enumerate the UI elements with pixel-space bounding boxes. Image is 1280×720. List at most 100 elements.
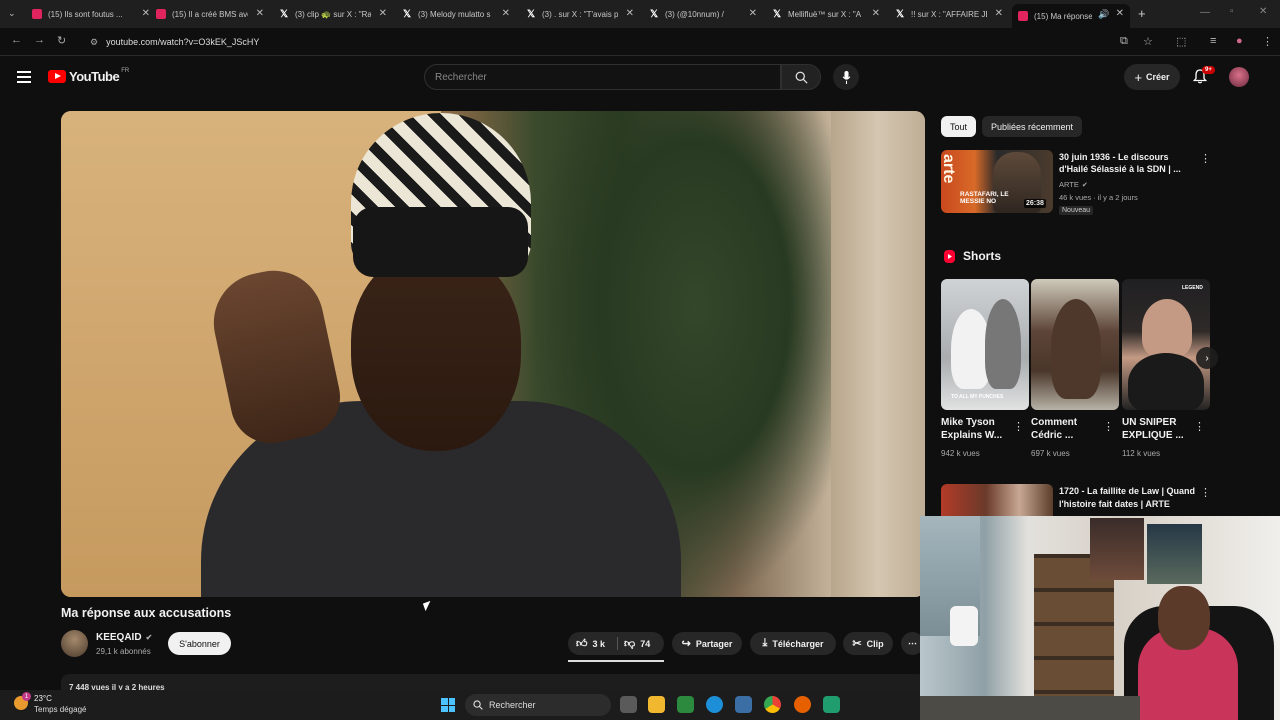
close-icon[interactable]: ✕ (749, 8, 757, 19)
more-options-icon[interactable]: ⋮ (1194, 420, 1205, 433)
more-options-icon[interactable]: ⋮ (1013, 420, 1024, 433)
browser-address-bar: ← → ↻ ⚙ youtube.com/watch?v=O3kEK_JScHY … (0, 28, 1280, 56)
youtube-logo[interactable]: YouTube FR (48, 68, 129, 84)
browser-tab[interactable]: (15) Il a créé BMS ave ✕ (156, 4, 264, 24)
short-thumbnail[interactable] (1031, 279, 1119, 410)
like-ratio-bar (568, 660, 664, 662)
browser-tab[interactable]: 𝕏 (3) . sur X : "T'avais p ✕ (526, 4, 634, 24)
more-options-icon[interactable]: ⋮ (1200, 152, 1211, 165)
clip-button[interactable]: ✂ Clip (843, 632, 893, 655)
browser-tab[interactable]: 𝕏 (3) Melody mulatto s ✕ (402, 4, 510, 24)
browser-tab-active[interactable]: (15) Ma réponse 🔊 ✕ (1012, 4, 1130, 28)
close-icon[interactable]: ✕ (142, 8, 150, 19)
search-button[interactable] (781, 64, 821, 90)
new-tab-icon[interactable]: + (1138, 6, 1146, 21)
browser-tab[interactable]: 𝕏 (3) (@10nnum) / ✕ (649, 4, 757, 24)
plus-icon: + (1134, 69, 1143, 85)
close-icon[interactable]: ✕ (256, 8, 264, 19)
shorts-icon (944, 249, 955, 263)
like-button[interactable]: 👍︎ 3 k (576, 637, 605, 650)
x-icon: 𝕏 (895, 8, 905, 20)
mouse-cursor-icon (422, 600, 434, 612)
bookmark-star-icon[interactable]: ☆ (1143, 35, 1153, 48)
short-title[interactable]: UN SNIPER EXPLIQUE ... (1122, 416, 1192, 442)
browser-tab[interactable]: 𝕏 (3) clip 🐢 sur X : "Ra ✕ (279, 4, 387, 24)
x-icon: 𝕏 (402, 8, 412, 20)
recommended-video-channel[interactable]: ARTE ✔ (1059, 180, 1088, 189)
extensions-icon[interactable]: ⬚ (1176, 35, 1186, 48)
close-icon[interactable]: ✕ (872, 8, 880, 19)
forward-icon[interactable]: → (34, 34, 45, 46)
weather-condition: Temps dégagé (34, 705, 87, 714)
shorts-next-button[interactable]: › (1196, 347, 1218, 369)
short-thumbnail[interactable] (1122, 279, 1210, 410)
window-close-icon[interactable]: ✕ (1259, 6, 1267, 17)
video-player[interactable] (61, 111, 925, 597)
close-icon[interactable]: ✕ (1116, 8, 1124, 19)
minimize-icon[interactable]: — (1200, 7, 1210, 18)
chevron-right-icon: › (1205, 352, 1209, 364)
youtube-play-icon (48, 70, 66, 83)
x-icon: 𝕏 (279, 8, 289, 20)
recommended-video-title[interactable]: 1720 - La faillite de Law | Quand l'hist… (1059, 485, 1219, 511)
close-icon[interactable]: ✕ (995, 8, 1003, 19)
subscriber-count: 29,1 k abonnés (96, 647, 151, 656)
browser-tab[interactable]: (15) Ils sont foutus ... ✕ (32, 4, 150, 24)
close-icon[interactable]: ✕ (502, 8, 510, 19)
voice-search-button[interactable] (833, 64, 859, 90)
account-avatar[interactable] (1229, 67, 1249, 87)
create-button[interactable]: + Créer (1124, 64, 1180, 90)
recommended-video-thumbnail[interactable] (941, 484, 1053, 518)
x-icon: 𝕏 (526, 8, 536, 20)
channel-avatar[interactable] (61, 630, 88, 657)
site-info-icon[interactable]: ⚙ (90, 37, 98, 48)
close-icon[interactable]: ✕ (626, 8, 634, 19)
speaker-icon[interactable]: 🔊 (1098, 9, 1109, 20)
share-icon: ↪ (681, 638, 691, 650)
browser-menu-icon[interactable]: ⋮ (1262, 35, 1273, 48)
chrome-icon[interactable] (764, 696, 781, 713)
edge-icon[interactable] (706, 696, 723, 713)
url-field[interactable]: ⚙ youtube.com/watch?v=O3kEK_JScHY (80, 32, 1120, 52)
file-explorer-icon[interactable] (648, 696, 665, 713)
taskbar-search[interactable]: Rechercher (465, 694, 611, 716)
notification-count-badge: 9+ (1202, 66, 1215, 74)
more-options-icon[interactable]: ⋮ (1200, 486, 1211, 499)
browser-tab[interactable]: 𝕏 !! sur X : "AFFAIRE JE ✕ (895, 4, 1003, 24)
channel-name[interactable]: KEEQAID ✔ (96, 632, 152, 643)
chip-recent[interactable]: Publiées récemment (982, 116, 1082, 137)
microphone-icon (842, 70, 850, 84)
reload-icon[interactable]: ↻ (57, 34, 66, 47)
maximize-icon[interactable]: ▫ (1230, 6, 1234, 17)
store-icon[interactable] (735, 696, 752, 713)
xbox-icon[interactable] (677, 696, 694, 713)
video-title: Ma réponse aux accusations (61, 606, 232, 620)
search-input[interactable]: Rechercher (424, 64, 781, 90)
hamburger-menu-icon[interactable] (17, 71, 31, 83)
weather-temperature[interactable]: 23°C (34, 694, 52, 703)
search-icon (795, 71, 808, 84)
webcam-overlay (920, 516, 1280, 720)
short-views: 697 k vues (1031, 449, 1070, 458)
short-title[interactable]: Comment Cédric ... (1031, 416, 1101, 442)
share-button[interactable]: ↪ Partager (672, 632, 742, 655)
reading-list-icon[interactable]: ≡ (1210, 35, 1216, 47)
task-view-icon[interactable] (620, 696, 637, 713)
short-thumbnail[interactable] (941, 279, 1029, 410)
subscribe-button[interactable]: S'abonner (168, 632, 231, 655)
chip-all[interactable]: Tout (941, 116, 976, 137)
app-icon[interactable] (823, 696, 840, 713)
firefox-icon[interactable] (794, 696, 811, 713)
short-title[interactable]: Mike Tyson Explains W... (941, 416, 1011, 442)
profile-icon[interactable]: ● (1236, 35, 1243, 47)
dislike-button[interactable]: 👎︎ 74 (624, 637, 650, 650)
tab-list-icon[interactable]: ⌄ (8, 8, 16, 19)
browser-tab[interactable]: 𝕏 Mellifluë™ sur X : "A ✕ (772, 4, 880, 24)
recommended-video-title[interactable]: 30 juin 1936 - Le discours d'Hailé Sélas… (1059, 151, 1189, 175)
more-options-icon[interactable]: ⋮ (1103, 420, 1114, 433)
install-app-icon[interactable]: ⧉ (1120, 35, 1128, 48)
close-icon[interactable]: ✕ (379, 8, 387, 19)
back-icon[interactable]: ← (11, 34, 22, 46)
windows-start-icon[interactable] (441, 698, 455, 712)
download-button[interactable]: ⤓ Télécharger (750, 632, 836, 655)
